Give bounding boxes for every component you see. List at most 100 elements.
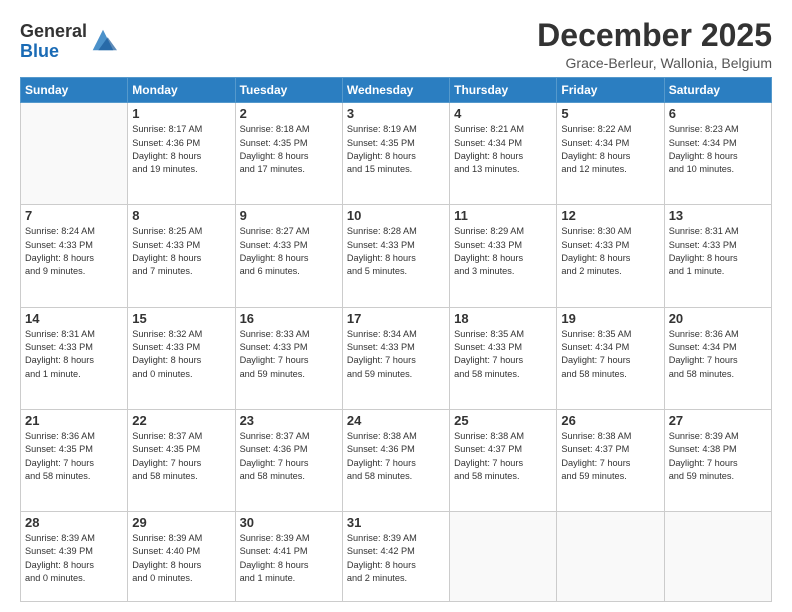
- logo-icon: [89, 26, 117, 54]
- table-row: [557, 512, 664, 602]
- day-number: 21: [25, 413, 123, 428]
- day-number: 6: [669, 106, 767, 121]
- day-number: 4: [454, 106, 552, 121]
- month-title: December 2025: [537, 18, 772, 53]
- day-info: Sunrise: 8:35 AMSunset: 4:33 PMDaylight:…: [454, 328, 552, 381]
- day-info: Sunrise: 8:27 AMSunset: 4:33 PMDaylight:…: [240, 225, 338, 278]
- day-info: Sunrise: 8:37 AMSunset: 4:36 PMDaylight:…: [240, 430, 338, 483]
- day-number: 17: [347, 311, 445, 326]
- table-row: 4 Sunrise: 8:21 AMSunset: 4:34 PMDaylight…: [450, 103, 557, 205]
- day-number: 2: [240, 106, 338, 121]
- table-row: 11Sunrise: 8:29 AMSunset: 4:33 PMDayligh…: [450, 205, 557, 307]
- table-row: [664, 512, 771, 602]
- col-wednesday: Wednesday: [342, 78, 449, 103]
- day-info: Sunrise: 8:22 AMSunset: 4:34 PMDaylight:…: [561, 123, 659, 176]
- day-info: Sunrise: 8:32 AMSunset: 4:33 PMDaylight:…: [132, 328, 230, 381]
- table-row: 2 Sunrise: 8:18 AMSunset: 4:35 PMDaylight…: [235, 103, 342, 205]
- day-info: Sunrise: 8:39 AMSunset: 4:38 PMDaylight:…: [669, 430, 767, 483]
- day-info: Sunrise: 8:37 AMSunset: 4:35 PMDaylight:…: [132, 430, 230, 483]
- day-number: 12: [561, 208, 659, 223]
- day-number: 22: [132, 413, 230, 428]
- day-number: 30: [240, 515, 338, 530]
- table-row: 7Sunrise: 8:24 AMSunset: 4:33 PMDaylight…: [21, 205, 128, 307]
- title-block: December 2025 Grace-Berleur, Wallonia, B…: [537, 18, 772, 71]
- calendar-header-row: Sunday Monday Tuesday Wednesday Thursday…: [21, 78, 772, 103]
- day-info: Sunrise: 8:39 AMSunset: 4:42 PMDaylight:…: [347, 532, 445, 585]
- day-number: 28: [25, 515, 123, 530]
- day-number: 23: [240, 413, 338, 428]
- page: General Blue December 2025 Grace-Berleur…: [0, 0, 792, 612]
- day-info: Sunrise: 8:28 AMSunset: 4:33 PMDaylight:…: [347, 225, 445, 278]
- day-number: 26: [561, 413, 659, 428]
- table-row: 8 Sunrise: 8:25 AMSunset: 4:33 PMDaylight…: [128, 205, 235, 307]
- day-info: Sunrise: 8:19 AMSunset: 4:35 PMDaylight:…: [347, 123, 445, 176]
- table-row: 14 Sunrise: 8:31 AMSunset: 4:33 PMDayligh…: [21, 307, 128, 409]
- col-tuesday: Tuesday: [235, 78, 342, 103]
- col-sunday: Sunday: [21, 78, 128, 103]
- day-info: Sunrise: 8:31 AMSunset: 4:33 PMDaylight:…: [25, 328, 123, 381]
- day-info: Sunrise: 8:36 AMSunset: 4:34 PMDaylight:…: [669, 328, 767, 381]
- table-row: 13 Sunrise: 8:31 AMSunset: 4:33 PMDayligh…: [664, 205, 771, 307]
- day-info: Sunrise: 8:39 AMSunset: 4:40 PMDaylight:…: [132, 532, 230, 585]
- table-row: 18 Sunrise: 8:35 AMSunset: 4:33 PMDayligh…: [450, 307, 557, 409]
- day-info: Sunrise: 8:36 AMSunset: 4:35 PMDaylight:…: [25, 430, 123, 483]
- table-row: 22 Sunrise: 8:37 AMSunset: 4:35 PMDayligh…: [128, 409, 235, 511]
- day-info: Sunrise: 8:21 AMSunset: 4:34 PMDaylight:…: [454, 123, 552, 176]
- table-row: 6 Sunrise: 8:23 AMSunset: 4:34 PMDaylight…: [664, 103, 771, 205]
- day-number: 8: [132, 208, 230, 223]
- day-number: 18: [454, 311, 552, 326]
- col-thursday: Thursday: [450, 78, 557, 103]
- day-info: Sunrise: 8:30 AMSunset: 4:33 PMDaylight:…: [561, 225, 659, 278]
- day-number: 7: [25, 208, 123, 223]
- table-row: 5 Sunrise: 8:22 AMSunset: 4:34 PMDaylight…: [557, 103, 664, 205]
- day-number: 31: [347, 515, 445, 530]
- day-number: 29: [132, 515, 230, 530]
- day-number: 11: [454, 208, 552, 223]
- calendar-table: Sunday Monday Tuesday Wednesday Thursday…: [20, 77, 772, 602]
- logo-blue-text: Blue: [20, 42, 87, 62]
- day-info: Sunrise: 8:31 AMSunset: 4:33 PMDaylight:…: [669, 225, 767, 278]
- day-number: 27: [669, 413, 767, 428]
- col-saturday: Saturday: [664, 78, 771, 103]
- day-info: Sunrise: 8:18 AMSunset: 4:35 PMDaylight:…: [240, 123, 338, 176]
- day-info: Sunrise: 8:33 AMSunset: 4:33 PMDaylight:…: [240, 328, 338, 381]
- table-row: 12 Sunrise: 8:30 AMSunset: 4:33 PMDayligh…: [557, 205, 664, 307]
- day-number: 5: [561, 106, 659, 121]
- table-row: 30 Sunrise: 8:39 AMSunset: 4:41 PMDayligh…: [235, 512, 342, 602]
- day-info: Sunrise: 8:39 AMSunset: 4:41 PMDaylight:…: [240, 532, 338, 585]
- table-row: [450, 512, 557, 602]
- location: Grace-Berleur, Wallonia, Belgium: [537, 55, 772, 71]
- day-number: 16: [240, 311, 338, 326]
- table-row: 3 Sunrise: 8:19 AMSunset: 4:35 PMDaylight…: [342, 103, 449, 205]
- table-row: 19Sunrise: 8:35 AMSunset: 4:34 PMDayligh…: [557, 307, 664, 409]
- table-row: 26Sunrise: 8:38 AMSunset: 4:37 PMDayligh…: [557, 409, 664, 511]
- table-row: 9 Sunrise: 8:27 AMSunset: 4:33 PMDaylight…: [235, 205, 342, 307]
- day-number: 9: [240, 208, 338, 223]
- day-number: 14: [25, 311, 123, 326]
- table-row: 21 Sunrise: 8:36 AMSunset: 4:35 PMDayligh…: [21, 409, 128, 511]
- day-info: Sunrise: 8:34 AMSunset: 4:33 PMDaylight:…: [347, 328, 445, 381]
- header: General Blue December 2025 Grace-Berleur…: [20, 18, 772, 71]
- day-number: 20: [669, 311, 767, 326]
- logo-general-text: General: [20, 22, 87, 42]
- table-row: 25Sunrise: 8:38 AMSunset: 4:37 PMDayligh…: [450, 409, 557, 511]
- table-row: 27 Sunrise: 8:39 AMSunset: 4:38 PMDayligh…: [664, 409, 771, 511]
- table-row: 28 Sunrise: 8:39 AMSunset: 4:39 PMDayligh…: [21, 512, 128, 602]
- day-info: Sunrise: 8:25 AMSunset: 4:33 PMDaylight:…: [132, 225, 230, 278]
- day-number: 1: [132, 106, 230, 121]
- day-number: 3: [347, 106, 445, 121]
- day-info: Sunrise: 8:39 AMSunset: 4:39 PMDaylight:…: [25, 532, 123, 585]
- day-info: Sunrise: 8:23 AMSunset: 4:34 PMDaylight:…: [669, 123, 767, 176]
- day-number: 19: [561, 311, 659, 326]
- day-info: Sunrise: 8:38 AMSunset: 4:37 PMDaylight:…: [454, 430, 552, 483]
- table-row: 16 Sunrise: 8:33 AMSunset: 4:33 PMDayligh…: [235, 307, 342, 409]
- day-info: Sunrise: 8:17 AMSunset: 4:36 PMDaylight:…: [132, 123, 230, 176]
- table-row: 24Sunrise: 8:38 AMSunset: 4:36 PMDayligh…: [342, 409, 449, 511]
- table-row: 31 Sunrise: 8:39 AMSunset: 4:42 PMDayligh…: [342, 512, 449, 602]
- table-row: 15Sunrise: 8:32 AMSunset: 4:33 PMDayligh…: [128, 307, 235, 409]
- table-row: 17 Sunrise: 8:34 AMSunset: 4:33 PMDayligh…: [342, 307, 449, 409]
- day-number: 13: [669, 208, 767, 223]
- day-number: 10: [347, 208, 445, 223]
- logo: General Blue: [20, 22, 117, 62]
- table-row: 29 Sunrise: 8:39 AMSunset: 4:40 PMDayligh…: [128, 512, 235, 602]
